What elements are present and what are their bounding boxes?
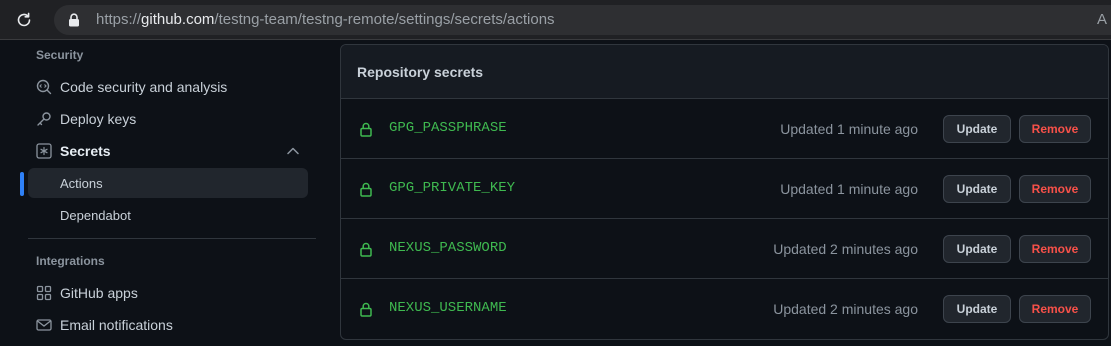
section-title-security: Security <box>36 48 84 62</box>
secret-name: NEXUS_PASSWORD <box>389 240 507 256</box>
section-title-integrations: Integrations <box>36 254 105 268</box>
sidebar-item-label: Email notifications <box>60 317 173 333</box>
sidebar-item-label: Deploy keys <box>60 111 137 127</box>
url-host: github.com <box>141 11 215 28</box>
remove-button[interactable]: Remove <box>1019 175 1091 203</box>
sidebar-item-github-apps[interactable]: GitHub apps <box>28 278 308 308</box>
sidebar-divider <box>28 238 316 239</box>
reader-mode-icon[interactable]: A <box>1097 11 1107 28</box>
reader-glyph: A <box>1096 11 1107 28</box>
url-prefix: https:// <box>96 11 142 28</box>
update-button[interactable]: Update <box>943 235 1011 263</box>
sidebar-item-label: Code security and analysis <box>60 79 228 95</box>
sidebar-item-label: GitHub apps <box>60 285 138 301</box>
selection-indicator <box>20 172 24 196</box>
panel-title: Repository secrets <box>357 63 484 80</box>
lock-icon <box>359 301 373 317</box>
secret-name: GPG_PASSPHRASE <box>389 120 507 136</box>
apps-icon <box>36 285 52 301</box>
sidebar-item-secrets[interactable]: Secrets <box>28 136 308 166</box>
sidebar-item-label: Actions <box>60 175 103 191</box>
lock-icon <box>359 241 373 257</box>
lock-icon[interactable] <box>66 12 82 28</box>
secret-name: GPG_PRIVATE_KEY <box>389 180 516 196</box>
secret-row: NEXUS_PASSWORD Updated 2 minutes ago Upd… <box>341 219 1108 279</box>
secret-updated: Updated 2 minutes ago <box>773 301 918 317</box>
sidebar-item-label: Dependabot <box>60 207 131 223</box>
secret-row: GPG_PASSPHRASE Updated 1 minute ago Upda… <box>341 99 1108 159</box>
secret-row: GPG_PRIVATE_KEY Updated 1 minute ago Upd… <box>341 159 1108 219</box>
secret-name: NEXUS_USERNAME <box>389 300 507 316</box>
settings-sidebar: Security Code security and analysis Depl… <box>20 40 316 346</box>
mail-icon <box>36 317 52 333</box>
remove-button[interactable]: Remove <box>1019 235 1091 263</box>
address-bar[interactable]: https://github.com/testng-team/testng-re… <box>54 5 1111 35</box>
update-button[interactable]: Update <box>943 115 1011 143</box>
sidebar-item-code-security[interactable]: Code security and analysis <box>28 72 308 102</box>
lock-icon <box>359 121 373 137</box>
update-button[interactable]: Update <box>943 295 1011 323</box>
key-icon <box>36 111 52 127</box>
reload-icon[interactable] <box>14 10 34 30</box>
sidebar-item-label: Secrets <box>60 143 111 159</box>
sidebar-item-dependabot[interactable]: Dependabot <box>28 200 308 230</box>
remove-button[interactable]: Remove <box>1019 115 1091 143</box>
secret-updated: Updated 1 minute ago <box>780 181 918 197</box>
update-button[interactable]: Update <box>943 175 1011 203</box>
asterisk-icon <box>36 143 52 159</box>
secret-updated: Updated 2 minutes ago <box>773 241 918 257</box>
secret-updated: Updated 1 minute ago <box>780 121 918 137</box>
codescan-icon <box>36 79 52 95</box>
browser-toolbar: https://github.com/testng-team/testng-re… <box>0 0 1111 40</box>
sidebar-item-email-notifications[interactable]: Email notifications <box>28 310 308 340</box>
panel-header: Repository secrets <box>341 45 1108 99</box>
secret-row: NEXUS_USERNAME Updated 2 minutes ago Upd… <box>341 279 1108 339</box>
sidebar-item-deploy-keys[interactable]: Deploy keys <box>28 104 308 134</box>
chevron-up-icon[interactable] <box>286 144 300 158</box>
remove-button[interactable]: Remove <box>1019 295 1091 323</box>
url-text[interactable]: https://github.com/testng-team/testng-re… <box>96 11 555 29</box>
sidebar-item-actions[interactable]: Actions <box>28 168 308 198</box>
lock-icon <box>359 181 373 197</box>
url-path: /testng-team/testng-remote/settings/secr… <box>214 11 555 28</box>
repository-secrets-panel: Repository secrets GPG_PASSPHRASE Update… <box>340 44 1109 340</box>
